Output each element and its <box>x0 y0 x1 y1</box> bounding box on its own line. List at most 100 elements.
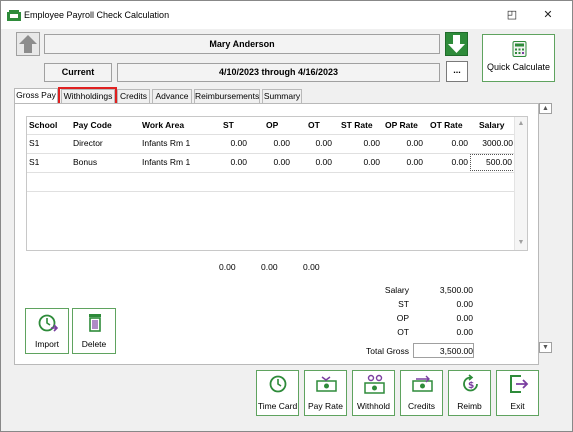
cell-salary-focused[interactable]: 500.00 <box>470 154 515 171</box>
table-row-empty[interactable] <box>27 172 515 190</box>
cell-pay-code[interactable]: Bonus <box>73 154 97 171</box>
total-op: 0.00 <box>261 262 278 272</box>
pay-lines-grid: School Pay Code Work Area ST OP OT ST Ra… <box>26 116 528 251</box>
window-title: Employee Payroll Check Calculation <box>24 10 170 20</box>
restore-icon[interactable]: ◰ <box>503 7 521 23</box>
reimb-button[interactable]: $ Reimb <box>448 370 491 416</box>
cell-ot[interactable]: 0.00 <box>292 135 332 152</box>
period-range-field: 4/10/2023 through 4/16/2023 <box>117 63 440 82</box>
previous-employee-arrow-icon[interactable] <box>16 32 40 56</box>
import-button[interactable]: Import <box>25 308 69 354</box>
delete-button[interactable]: Delete <box>72 308 116 354</box>
trash-icon <box>89 314 101 332</box>
select-period-button[interactable]: ... <box>446 61 468 82</box>
grid-scrollbar[interactable]: ▲ ▼ <box>514 117 527 250</box>
withhold-label: Withhold <box>356 401 391 411</box>
tab-credits[interactable]: Credits <box>117 89 150 103</box>
exit-label: Exit <box>510 401 525 411</box>
clock-icon <box>269 375 287 393</box>
import-clock-icon <box>38 314 58 332</box>
time-card-button[interactable]: Time Card <box>256 370 299 416</box>
tab-reimbursements[interactable]: Reimbursements <box>194 89 260 103</box>
table-row[interactable]: S1 Director Infants Rm 1 0.00 0.00 0.00 … <box>27 134 515 152</box>
scroll-up-icon[interactable]: ▲ <box>515 120 527 127</box>
employee-name-field: Mary Anderson <box>44 34 440 54</box>
payroll-window: Employee Payroll Check Calculation ◰ ✕ M… <box>0 0 573 432</box>
ot-value: 0.00 <box>456 327 473 337</box>
cell-op-rate[interactable]: 0.00 <box>383 154 423 171</box>
cell-school[interactable]: S1 <box>29 135 39 152</box>
total-gross-label: Total Gross <box>366 346 409 356</box>
column-header-op[interactable]: OP <box>266 117 278 134</box>
pay-rate-label: Pay Rate <box>308 401 343 411</box>
salary-value: 3,500.00 <box>439 285 473 295</box>
op-label: OP <box>396 313 409 323</box>
credits-label: Credits <box>408 401 435 411</box>
credits-money-icon <box>412 375 433 392</box>
tab-summary[interactable]: Summary <box>262 89 302 103</box>
column-header-ot-rate[interactable]: OT Rate <box>430 117 463 134</box>
grid-divider <box>27 191 515 192</box>
total-ot: 0.00 <box>303 262 320 272</box>
reimburse-icon: $ <box>463 374 478 392</box>
column-header-school[interactable]: School <box>29 117 57 134</box>
withhold-money-icon <box>364 374 385 394</box>
salary-label: Salary <box>384 285 409 295</box>
column-header-ot[interactable]: OT <box>308 117 320 134</box>
cell-st-rate[interactable]: 0.00 <box>340 135 380 152</box>
cell-work-area[interactable]: Infants Rm 1 <box>142 154 190 171</box>
cell-op[interactable]: 0.00 <box>250 154 290 171</box>
cell-st[interactable]: 0.00 <box>207 135 247 152</box>
cell-ot-rate[interactable]: 0.00 <box>428 135 468 152</box>
ot-label: OT <box>397 327 409 337</box>
tab-advance[interactable]: Advance <box>152 89 192 103</box>
total-gross-value: 3,500.00 <box>439 346 473 356</box>
column-header-salary[interactable]: Salary <box>479 117 505 134</box>
delete-label: Delete <box>81 339 107 349</box>
cell-op[interactable]: 0.00 <box>250 135 290 152</box>
cell-op-rate[interactable]: 0.00 <box>383 135 423 152</box>
cell-salary[interactable]: 3000.00 <box>471 135 513 152</box>
cell-st[interactable]: 0.00 <box>207 154 247 171</box>
title-bar: Employee Payroll Check Calculation ◰ ✕ <box>1 1 572 29</box>
app-icon <box>7 10 21 21</box>
svg-text:$: $ <box>468 381 474 391</box>
st-value: 0.00 <box>456 299 473 309</box>
tab-gross-pay[interactable]: Gross Pay <box>14 88 58 103</box>
column-header-work-area[interactable]: Work Area <box>142 117 184 134</box>
exit-icon <box>510 375 529 393</box>
column-header-st-rate[interactable]: ST Rate <box>341 117 373 134</box>
quick-calculate-button[interactable]: Quick Calculate <box>482 34 555 82</box>
time-card-label: Time Card <box>257 401 298 411</box>
panel-scrollbar[interactable]: ▲ ▼ <box>539 103 553 365</box>
scroll-down-icon[interactable]: ▼ <box>515 239 527 246</box>
table-row[interactable]: S1 Bonus Infants Rm 1 0.00 0.00 0.00 0.0… <box>27 153 515 171</box>
period-label: Current <box>44 63 112 82</box>
money-icon <box>316 376 337 392</box>
cell-school[interactable]: S1 <box>29 154 39 171</box>
st-label: ST <box>398 299 409 309</box>
cell-work-area[interactable]: Infants Rm 1 <box>142 135 190 152</box>
withhold-button[interactable]: Withhold <box>352 370 395 416</box>
cell-ot-rate[interactable]: 0.00 <box>428 154 468 171</box>
panel-scroll-down-icon[interactable]: ▼ <box>539 342 552 353</box>
cell-st-rate[interactable]: 0.00 <box>340 154 380 171</box>
cell-ot[interactable]: 0.00 <box>292 154 332 171</box>
next-employee-arrow-icon[interactable] <box>445 32 468 56</box>
op-value: 0.00 <box>456 313 473 323</box>
calculator-icon <box>512 41 527 57</box>
close-icon[interactable]: ✕ <box>539 7 557 23</box>
column-header-op-rate[interactable]: OP Rate <box>385 117 418 134</box>
cell-pay-code[interactable]: Director <box>73 135 103 152</box>
pay-rate-button[interactable]: Pay Rate <box>304 370 347 416</box>
column-header-pay-code[interactable]: Pay Code <box>73 117 112 134</box>
panel-scroll-up-icon[interactable]: ▲ <box>539 103 552 114</box>
credits-button[interactable]: Credits <box>400 370 443 416</box>
gross-pay-panel: School Pay Code Work Area ST OP OT ST Ra… <box>14 103 539 365</box>
import-label: Import <box>34 339 60 349</box>
reimb-label: Reimb <box>457 401 482 411</box>
total-st: 0.00 <box>219 262 236 272</box>
quick-calculate-label: Quick Calculate <box>486 62 551 72</box>
column-header-st[interactable]: ST <box>223 117 234 134</box>
exit-button[interactable]: Exit <box>496 370 539 416</box>
